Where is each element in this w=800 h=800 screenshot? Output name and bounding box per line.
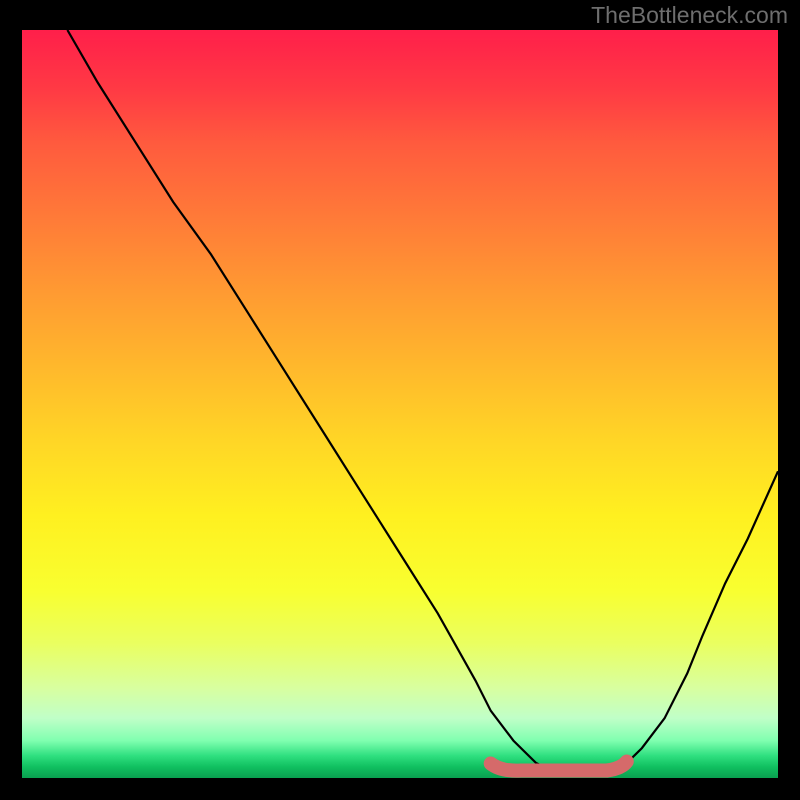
watermark-text: TheBottleneck.com: [591, 2, 788, 29]
bottleneck-curve: [67, 30, 778, 771]
chart-container: TheBottleneck.com: [0, 0, 800, 800]
chart-svg: [22, 30, 778, 778]
optimal-range-marker: [491, 762, 627, 771]
plot-area: [22, 30, 778, 778]
